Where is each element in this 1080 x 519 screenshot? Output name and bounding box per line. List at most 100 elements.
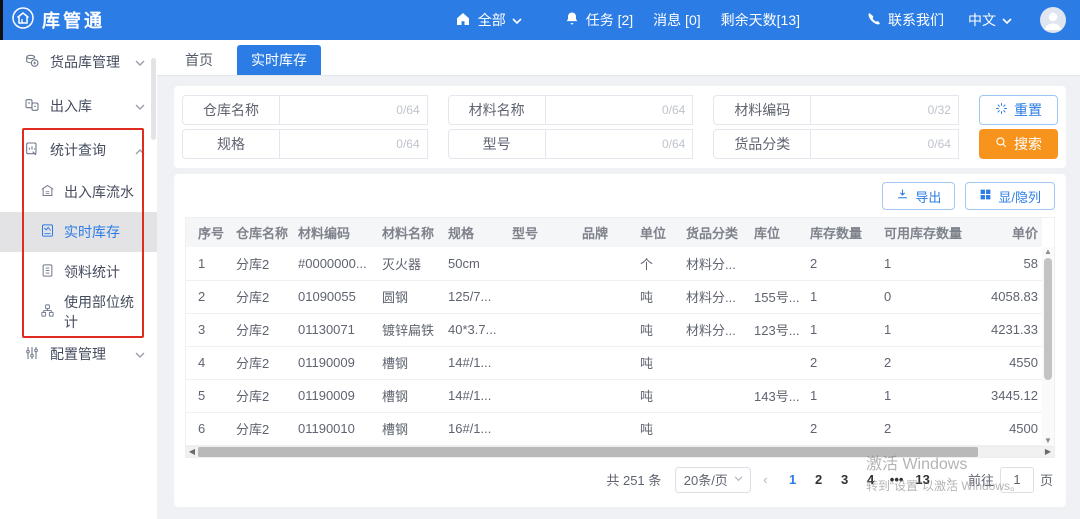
pagination-page-13[interactable]: 13 [910,472,936,487]
scope-selector[interactable]: 全部 [454,10,522,31]
language-selector[interactable]: 中文 [968,10,1012,30]
vertical-scroll-thumb[interactable] [1044,258,1052,380]
sidebar-item-material-statistics[interactable]: 领料统计 [0,252,157,292]
page-size-select[interactable]: 20条/页 [675,466,752,493]
table-row[interactable]: 1 分库2 #0000000... 灭火器 50cm 个材料分... 2 1 58 [186,247,1042,281]
model-input[interactable] [545,130,693,158]
tab-realtime-inventory[interactable]: 实时库存 [237,45,321,75]
prev-page-button[interactable]: ‹ [759,472,771,487]
table-cell [506,412,576,446]
scroll-down-icon[interactable]: ▼ [1044,436,1052,446]
org-share-icon [40,303,55,321]
field-material-code: 材料编码 0/32 [713,95,959,125]
goto-label: 前往 [967,473,994,488]
table-cell: 58 [974,247,1042,281]
sidebar-item-inbound-outbound[interactable]: 出入库 [0,84,157,128]
days-left-label: 剩余天数[13] [720,12,800,28]
sidebar-item-usage-statistics[interactable]: 使用部位统计 [0,292,157,332]
table-cell: 50cm [442,247,506,281]
pagination-page-4[interactable]: 4 [858,472,884,487]
goods-category-input[interactable] [811,130,958,158]
show-hide-columns-button[interactable]: 显/隐列 [965,182,1055,210]
table-row[interactable]: 6 分库2 01190010 槽钢 16#/1... 吨 2 2 4500 [186,412,1042,446]
tasks-link[interactable]: 任务 [2] [564,10,633,30]
table-cell: 14#/1... [442,346,506,380]
table-cell: 4231.33 [974,313,1042,347]
warehouse-name-input[interactable] [280,96,427,124]
table-header-cell: 规格 [442,218,506,247]
messages-link[interactable]: 消息 [0] [653,10,700,30]
table-cell [680,346,748,380]
table-cell: 123号... [748,313,804,347]
table-cell: 2 [804,346,878,380]
table-cell: 2 [186,280,230,314]
app-logo[interactable]: 库管通 [11,6,105,35]
sidebar-item-label: 配置管理 [50,346,106,362]
table-row[interactable]: 4 分库2 01190009 槽钢 14#/1... 吨 2 2 4550 [186,346,1042,380]
next-page-button[interactable]: › [944,472,956,487]
sidebar-item-inout-flow[interactable]: 出入库流水 [0,172,157,212]
table-cell: 1 [186,247,230,281]
scroll-up-icon[interactable]: ▲ [1044,247,1052,257]
table-cell [576,346,634,380]
table-cell: 6 [186,412,230,446]
sidebar-scrollbar[interactable] [151,58,156,140]
table-row[interactable]: 2 分库2 01090055 圆钢 125/7... 吨材料分... 155号... 1 0 40… [186,280,1042,314]
vertical-scrollbar[interactable]: ▲ ▼ [1042,247,1054,446]
table-cell [748,247,804,281]
table-row[interactable]: 3 分库2 01130071 镀锌扁铁 40*3.7... 吨材料分... 123号... 1… [186,313,1042,347]
pagination: 共 251 条 20条/页 ‹ 1234•••13 › 前往 页 [185,466,1055,493]
table-cell: 材料分... [680,280,748,314]
table-cell: 吨 [634,412,680,446]
table-cell: 01190009 [292,346,376,380]
table-cell: 槽钢 [376,379,442,413]
sidebar-item-configuration[interactable]: 配置管理 [0,332,157,376]
table-toolbar: 导出 显/隐列 [185,182,1055,210]
material-code-input[interactable] [811,96,958,124]
reset-label: 重置 [1013,102,1042,118]
material-name-input[interactable] [545,96,693,124]
table-cell: 材料分... [680,313,748,347]
table-row[interactable]: 5 分库2 01190009 槽钢 14#/1... 吨 143号... 1 1 3445.12 [186,379,1042,413]
table-cell: 155号... [748,280,804,314]
search-button[interactable]: 搜索 [978,129,1058,159]
table-cell: 1 [878,313,974,347]
scroll-left-icon[interactable]: ◀ [186,447,198,456]
scroll-right-icon[interactable]: ▶ [1042,447,1054,456]
table-cell [506,346,576,380]
realtime-stock-icon [40,223,55,241]
main-content: 首页 实时库存 仓库名称 0/64 材料名称 0/64 材料编码 0/32 重置… [157,40,1080,519]
table-cell: 01130071 [292,313,376,347]
table-cell: #0000000... [292,247,376,281]
table-header-cell: 序号 [186,218,230,247]
field-label: 货品分类 [713,129,811,159]
contact-us-link[interactable]: 联系我们 [866,10,944,30]
avatar[interactable] [1040,7,1066,33]
app-title: 库管通 [42,11,105,31]
pagination-page-1[interactable]: 1 [780,472,806,487]
goto-page-input[interactable] [999,466,1034,493]
export-button[interactable]: 导出 [882,182,956,210]
sidebar-item-realtime-inventory[interactable]: 实时库存 [0,212,157,252]
phone-icon [866,11,882,30]
search-panel: 仓库名称 0/64 材料名称 0/64 材料编码 0/32 重置 规格 0/64… [174,86,1066,168]
spec-input[interactable] [280,130,427,158]
sidebar-item-goods-management[interactable]: 货品库管理 [0,40,157,84]
sidebar-item-statistics-query[interactable]: 统计查询 [0,128,157,172]
table-cell [576,280,634,314]
pagination-ellipsis[interactable]: ••• [884,472,910,487]
horizontal-scroll-thumb[interactable] [198,446,978,457]
horizontal-scrollbar[interactable]: ◀ ▶ [185,445,1055,458]
pagination-page-3[interactable]: 3 [832,472,858,487]
table-cell: 分库2 [230,379,292,413]
table-header-cell: 单位 [634,218,680,247]
pagination-page-2[interactable]: 2 [806,472,832,487]
table-cell: 2 [878,346,974,380]
table-cell: 个 [634,247,680,281]
language-label: 中文 [968,12,996,28]
field-label: 仓库名称 [182,95,279,125]
reset-button[interactable]: 重置 [978,95,1058,125]
tab-home[interactable]: 首页 [171,45,227,75]
app-window: 库管通 全部 任务 [2] 消息 [0] 剩余天数[13] 联系我们 中文 货品… [0,0,1080,519]
table-header-cell: 库位 [748,218,804,247]
